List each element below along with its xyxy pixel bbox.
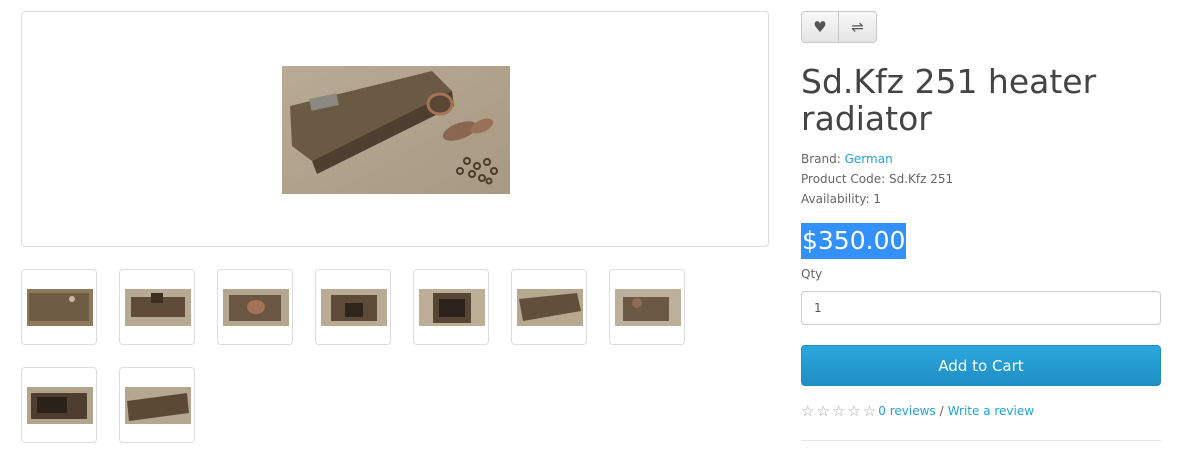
star-icon: ☆ [862, 402, 877, 420]
thumbnail-3[interactable] [217, 269, 293, 345]
product-code-value: Sd.Kfz 251 [888, 172, 954, 186]
thumbnail-image [125, 289, 191, 326]
thumbnail-image [321, 289, 387, 326]
product-meta-list: Brand: German Product Code: Sd.Kfz 251 A… [801, 149, 953, 209]
add-to-cart-button[interactable]: Add to Cart [801, 345, 1161, 386]
product-actions-group: ♥ ⇌ [801, 11, 877, 43]
availability-value: 1 [873, 192, 882, 206]
thumbnail-7[interactable] [609, 269, 685, 345]
rating-row: ☆ ☆ ☆ ☆ ☆ 0 reviews / Write a review [801, 402, 1034, 420]
main-product-image[interactable] [282, 66, 510, 194]
qty-input[interactable] [801, 291, 1161, 325]
thumbnail-4[interactable] [315, 269, 391, 345]
thumbnail-6[interactable] [511, 269, 587, 345]
reviews-separator: / [939, 404, 944, 418]
heart-icon: ♥ [813, 18, 827, 36]
write-review-link[interactable]: Write a review [948, 404, 1034, 418]
thumbnail-image [419, 289, 485, 326]
availability-label: Availability: [801, 192, 870, 206]
product-code-label: Product Code: [801, 172, 886, 186]
star-icon: ☆ [816, 402, 830, 420]
qty-label: Qty [801, 267, 823, 281]
main-product-image-frame[interactable] [21, 11, 769, 247]
brand-link[interactable]: German [845, 152, 893, 166]
star-icon: ☆ [801, 402, 815, 420]
wishlist-button[interactable]: ♥ [801, 11, 839, 43]
thumbnail-image [615, 289, 681, 326]
thumbnail-image [27, 289, 93, 326]
thumbnail-1[interactable] [21, 269, 97, 345]
brand-row: Brand: German [801, 149, 953, 169]
product-price: $350.00 [801, 223, 907, 259]
thumbnail-2[interactable] [119, 269, 195, 345]
thumbnail-image [517, 289, 583, 326]
brand-label: Brand: [801, 152, 841, 166]
availability-row: Availability: 1 [801, 189, 953, 209]
thumbnail-5[interactable] [413, 269, 489, 345]
compare-icon: ⇌ [851, 18, 864, 36]
thumbnail-image [223, 289, 289, 326]
compare-button[interactable]: ⇌ [839, 11, 877, 43]
star-icon: ☆ [831, 402, 846, 420]
product-title: Sd.Kfz 251 heater radiator [801, 62, 1097, 138]
thumbnail-image [125, 387, 191, 424]
thumbnail-8[interactable] [21, 367, 97, 443]
thumbnail-9[interactable] [119, 367, 195, 443]
star-icon: ☆ [847, 402, 861, 420]
product-code-row: Product Code: Sd.Kfz 251 [801, 169, 953, 189]
reviews-count-link[interactable]: 0 reviews [878, 404, 935, 418]
divider [801, 440, 1161, 441]
thumbnail-image [27, 387, 93, 424]
